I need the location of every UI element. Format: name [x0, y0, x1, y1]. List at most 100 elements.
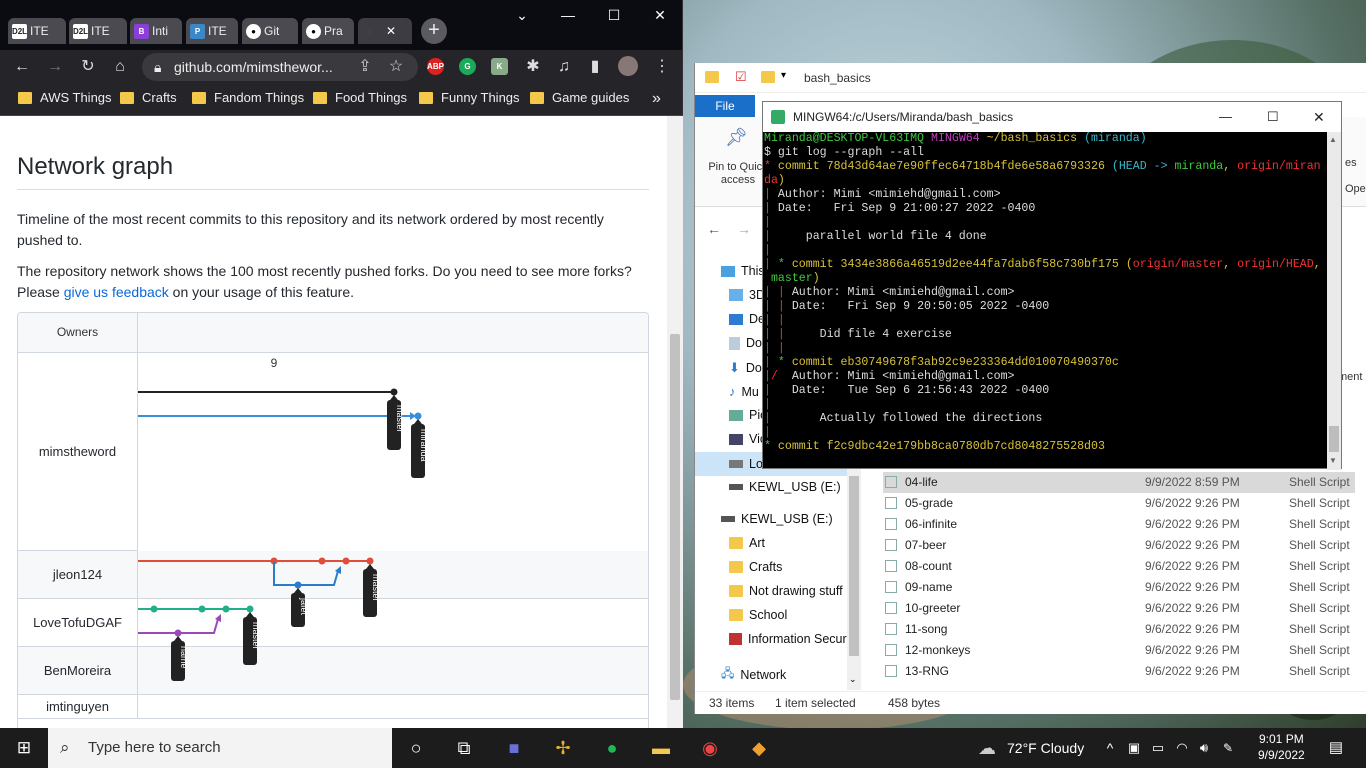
file-row[interactable]: 11-song 9/6/2022 9:26 PM Shell Script [883, 619, 1355, 640]
new-folder-icon[interactable] [761, 71, 775, 83]
bookmark-star-icon[interactable]: ☆ [384, 55, 408, 79]
forward-icon[interactable]: → [43, 55, 67, 79]
bookmark-food-things[interactable]: Food Things [313, 90, 407, 105]
tab-intro[interactable]: B Inti [130, 18, 182, 44]
menu-kebab-icon[interactable]: ⋮ [650, 55, 674, 79]
bookmark-funny-things[interactable]: Funny Things [419, 90, 520, 105]
nav-not-drawing-stuff[interactable]: Not drawing stuff [729, 584, 843, 598]
git-bash-terminal[interactable]: MINGW64:/c/Users/Miranda/bash_basics — ☐… [762, 101, 1342, 470]
owner-lovetofudgaf[interactable]: LoveTofuDGAF [18, 599, 138, 647]
meet-now-icon[interactable]: ▣ [1122, 736, 1146, 760]
properties-icon[interactable]: ☑ [735, 69, 747, 85]
file-row-selected[interactable]: 04-life 9/9/2022 8:59 PM Shell Script [883, 472, 1355, 493]
nav-crafts[interactable]: Crafts [729, 560, 782, 574]
tab-github[interactable]: ● Git [242, 18, 298, 44]
file-row[interactable]: 09-name 9/6/2022 9:26 PM Shell Script [883, 577, 1355, 598]
taskbar-search-box[interactable]: ⌕ Type here to search [48, 728, 392, 768]
nav-documents[interactable]: Do [729, 336, 762, 350]
close-window-icon[interactable]: ✕ [642, 4, 678, 26]
adblock-icon[interactable]: ABP [427, 58, 444, 75]
nav-videos[interactable]: Vic [729, 432, 766, 446]
nav-kewl-usb-root[interactable]: KEWL_USB (E:) [721, 512, 833, 526]
tab-search-icon[interactable]: ⌄ [504, 4, 540, 26]
owner-jleon124[interactable]: jleon124 [18, 551, 138, 599]
file-row[interactable]: 06-infinite 9/6/2022 9:26 PM Shell Scrip… [883, 514, 1355, 535]
scrollbar-thumb[interactable] [670, 334, 680, 700]
task-view-icon[interactable]: ⧉ [452, 736, 476, 760]
bookmark-fandom-things[interactable]: Fandom Things [192, 90, 304, 105]
battery-icon[interactable]: ▭ [1146, 736, 1170, 760]
notifications-icon[interactable]: ▤ [1324, 736, 1348, 760]
share-icon[interactable]: ⇪ [353, 55, 377, 79]
tab-ite-2[interactable]: D2L ITE [69, 18, 127, 44]
nav-art[interactable]: Art [729, 536, 765, 550]
file-row[interactable]: 07-beer 9/6/2022 9:26 PM Shell Script [883, 535, 1355, 556]
nav-downloads[interactable]: ⬇ Do [729, 360, 762, 376]
owner-mimstheword[interactable]: mimstheword [18, 353, 138, 551]
git-bash-icon[interactable]: ◆ [747, 736, 771, 760]
slack-icon[interactable]: ✢ [551, 736, 575, 760]
nav-scrollbar[interactable]: ⌄ [847, 468, 861, 690]
file-row[interactable]: 08-count 9/6/2022 9:26 PM Shell Script [883, 556, 1355, 577]
feedback-link[interactable]: give us feedback [64, 284, 169, 300]
nav-3d-objects[interactable]: 3D [729, 288, 765, 302]
close-window-icon[interactable]: ✕ [1313, 102, 1325, 132]
nav-pictures[interactable]: Pic [729, 408, 766, 422]
grammarly-icon[interactable]: G [459, 58, 476, 75]
file-row[interactable]: 12-monkeys 9/6/2022 9:26 PM Shell Script [883, 640, 1355, 661]
scroll-down-icon[interactable]: ▼ [1329, 456, 1337, 465]
reload-icon[interactable]: ↻ [76, 55, 100, 79]
owner-imtinguyen[interactable]: imtinguyen [18, 695, 138, 719]
scroll-up-icon[interactable]: ▲ [1329, 135, 1337, 144]
minimize-icon[interactable]: — [550, 4, 586, 26]
bookmark-crafts[interactable]: Crafts [120, 90, 177, 105]
teams-icon[interactable]: ■ [502, 736, 526, 760]
file-row[interactable]: 05-grade 9/6/2022 9:26 PM Shell Script [883, 493, 1355, 514]
side-panel-icon[interactable]: ▮ [583, 55, 607, 79]
nav-kewl-usb[interactable]: KEWL_USB (E:) [729, 480, 841, 494]
clock[interactable]: 9:01 PM 9/9/2022 [1258, 731, 1305, 763]
home-icon[interactable]: ⌂ [108, 55, 132, 79]
tab-ite-1[interactable]: D2L ITE [8, 18, 66, 44]
bookmark-game-guides[interactable]: Game guides [530, 90, 629, 105]
wifi-icon[interactable]: ◠ [1170, 736, 1194, 760]
back-icon[interactable]: ← [707, 221, 721, 237]
scrollbar-thumb[interactable] [849, 476, 859, 656]
nav-this-pc[interactable]: This [721, 264, 765, 278]
media-control-icon[interactable]: ♫ [552, 55, 576, 79]
tab-ite-3[interactable]: P ITE [186, 18, 238, 44]
minimize-icon[interactable]: — [1219, 102, 1232, 132]
page-scrollbar[interactable] [667, 116, 683, 728]
scrollbar-thumb[interactable] [1329, 426, 1339, 452]
nav-desktop[interactable]: De [729, 312, 765, 326]
back-icon[interactable]: ← [10, 55, 34, 79]
volume-icon[interactable]: 🔊︎ [1192, 736, 1216, 760]
bookmark-aws-things[interactable]: AWS Things [18, 90, 112, 105]
maximize-icon[interactable]: ☐ [1267, 102, 1279, 132]
forward-icon[interactable]: → [737, 221, 751, 237]
file-row[interactable]: 13-RNG 9/6/2022 9:26 PM Shell Script [883, 661, 1355, 682]
file-tab[interactable]: File [695, 95, 755, 117]
scroll-down-icon[interactable]: ⌄ [849, 674, 857, 685]
quick-access-dropdown-icon[interactable]: ▾ [781, 70, 786, 81]
weather-cloud-icon[interactable]: ☁ [975, 736, 999, 760]
nav-information-security[interactable]: Information Securi [729, 632, 849, 646]
cortana-icon[interactable]: ○ [404, 736, 428, 760]
spotify-icon[interactable]: ● [600, 736, 624, 760]
extension-k-icon[interactable]: K [491, 58, 508, 75]
terminal-scrollbar[interactable]: ▲ ▼ [1327, 132, 1341, 470]
new-tab-button[interactable]: + [421, 18, 447, 44]
file-explorer-icon[interactable]: ▬ [649, 736, 673, 760]
weather-text[interactable]: 72°F Cloudy [1007, 740, 1084, 756]
maximize-icon[interactable]: ☐ [596, 4, 632, 26]
nav-network[interactable]: 🖧︎ Network [721, 664, 786, 685]
file-row[interactable]: 10-greeter 9/6/2022 9:26 PM Shell Script [883, 598, 1355, 619]
chevron-up-icon[interactable]: ^ [1098, 736, 1122, 760]
profile-avatar[interactable] [618, 56, 638, 76]
terminal-output[interactable]: Miranda@DESKTOP-VL63IMQ MINGW64 ~/bash_b… [763, 132, 1329, 470]
tab-practice[interactable]: ● Pra [302, 18, 354, 44]
owner-benmoreira[interactable]: BenMoreira [18, 647, 138, 695]
nav-music[interactable]: ♪ Mu [729, 384, 759, 399]
language-icon[interactable]: ✎ [1216, 736, 1240, 760]
windows-start-icon[interactable]: ⊞ [12, 736, 36, 760]
